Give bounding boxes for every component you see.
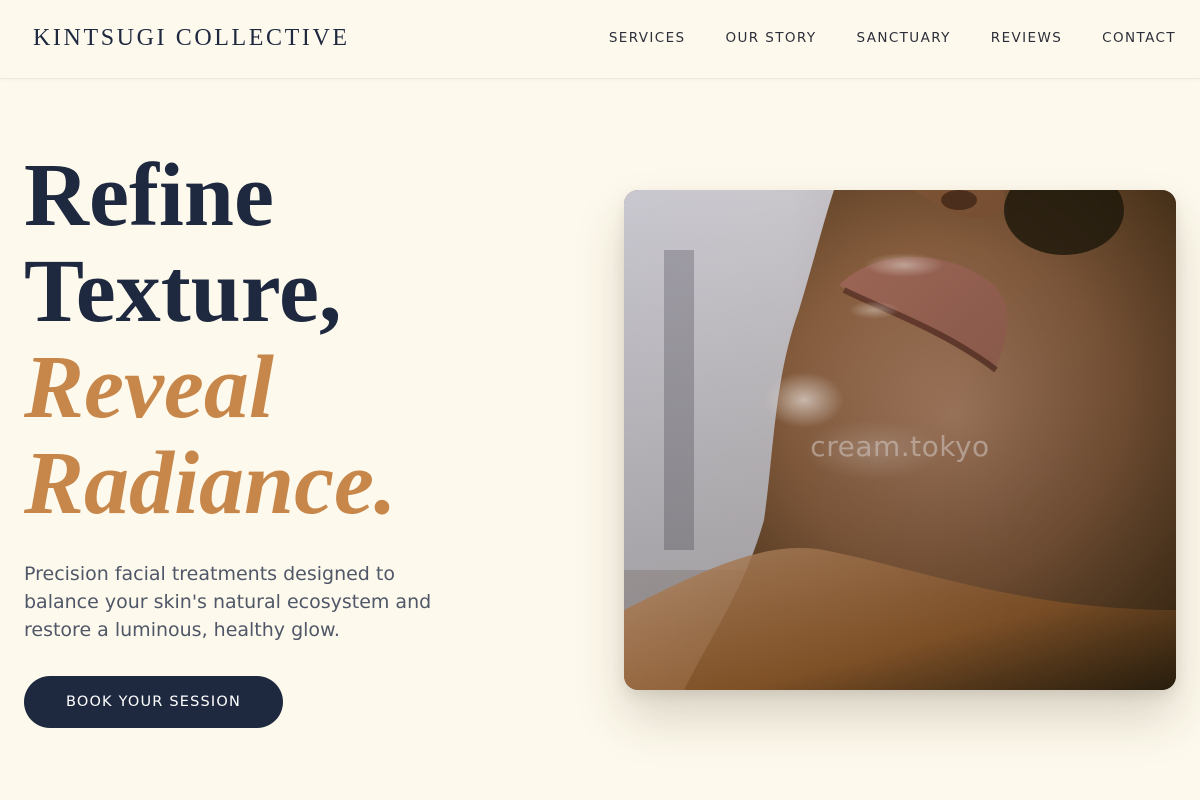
headline-line-texture: Texture,	[24, 242, 342, 341]
book-session-button[interactable]: BOOK YOUR SESSION	[24, 676, 283, 728]
nav-item-our-story[interactable]: OUR STORY	[726, 30, 817, 46]
image-watermark: cream.tokyo	[810, 430, 990, 463]
headline-line-reveal: Reveal	[24, 338, 274, 437]
nav-item-contact[interactable]: CONTACT	[1102, 30, 1176, 46]
site-header: KINTSUGI COLLECTIVE SERVICES OUR STORY S…	[0, 0, 1200, 79]
hero-skin-photo: cream.tokyo	[624, 190, 1176, 690]
headline-line-refine: Refine	[24, 146, 274, 245]
nav-item-sanctuary[interactable]: SANCTUARY	[856, 30, 950, 46]
headline-line-radiance: Radiance.	[24, 434, 397, 533]
nav-item-services[interactable]: SERVICES	[609, 30, 686, 46]
hero-description: Precision facial treatments designed to …	[24, 563, 432, 641]
brand-logo[interactable]: KINTSUGI COLLECTIVE	[33, 25, 350, 52]
hero-headline: Refine Texture, Reveal Radiance.	[24, 148, 396, 532]
main-nav: SERVICES OUR STORY SANCTUARY REVIEWS CON…	[569, 30, 1176, 46]
nav-item-reviews[interactable]: REVIEWS	[991, 30, 1062, 46]
